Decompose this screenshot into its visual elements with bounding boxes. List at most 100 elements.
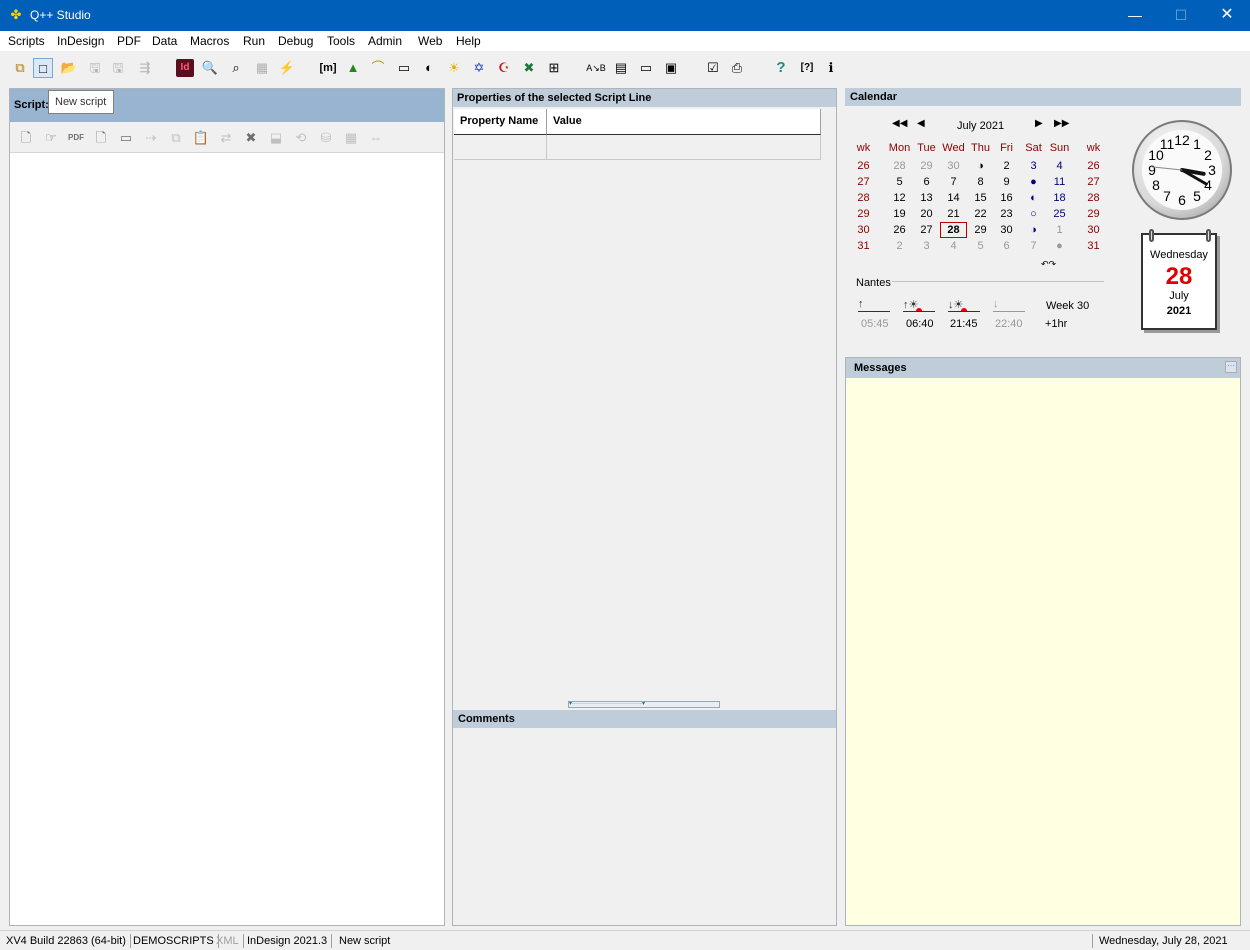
calendar-day[interactable]: 11 [1046, 174, 1073, 190]
comment-icon[interactable]: ▭ [394, 58, 414, 78]
merge-icon[interactable]: ⇔ [366, 128, 386, 148]
next-month-icon[interactable]: ▶ [1035, 118, 1043, 129]
insert-icon[interactable]: ⬓ [266, 128, 286, 148]
calendar-day[interactable]: 18 [1046, 190, 1073, 206]
calendar-day[interactable]: 5 [886, 174, 913, 190]
calendar-day[interactable]: 8 [967, 174, 994, 190]
calendar-day[interactable]: ◑ [1020, 222, 1047, 238]
close-button[interactable]: ✕ [1204, 0, 1250, 31]
calendar-day[interactable]: 29 [967, 222, 994, 238]
info-icon[interactable]: ℹ [821, 58, 841, 78]
swap-icon[interactable]: ⇄ [216, 128, 236, 148]
search-icon[interactable]: 🔍 [200, 58, 220, 78]
menu-indesign[interactable]: InDesign [57, 34, 104, 48]
menu-pdf[interactable]: PDF [117, 34, 141, 48]
grid-icon[interactable]: ▦ [341, 128, 361, 148]
lasso-icon[interactable]: ⌒ [368, 58, 388, 78]
checklist-icon[interactable]: ☑ [703, 58, 723, 78]
calendar-day[interactable]: 16 [993, 190, 1020, 206]
paste-icon[interactable]: 📋 [191, 128, 211, 148]
new-script-icon[interactable]: □ [33, 58, 53, 78]
calendar-day[interactable]: 30 [993, 222, 1020, 238]
calendar-day[interactable]: 9 [993, 174, 1020, 190]
step-icon[interactable]: ⇢ [141, 128, 161, 148]
calendar-day[interactable]: ● [1020, 174, 1047, 190]
calendar-day[interactable]: 2 [886, 238, 913, 254]
script-panel[interactable]: Script: 🗋 ☞ PDF 🗋 ▭ ⇢ ⧉ 📋 ⇄ ✖ ⬓ ⟲ ⛁ ▦ ⇔ [9, 88, 445, 926]
calendar-day[interactable]: ◑ [967, 158, 994, 174]
minimize-button[interactable]: — [1112, 0, 1158, 31]
grid-icon[interactable]: ▦ [252, 58, 272, 78]
properties-table[interactable]: Property Name Value [454, 109, 821, 160]
open-folder-icon[interactable]: 📂 [59, 58, 79, 78]
calendar-day[interactable]: 7 [940, 174, 967, 190]
network-icon[interactable]: ⊞ [544, 58, 564, 78]
pointer-icon[interactable]: ☞ [41, 128, 61, 148]
help-icon[interactable]: ? [771, 58, 791, 78]
value-cell[interactable] [547, 135, 821, 160]
calendar-day[interactable]: 23 [993, 206, 1020, 222]
macro-icon[interactable]: [m] [318, 58, 338, 78]
delete-icon[interactable]: ✖ [241, 128, 261, 148]
menu-scripts[interactable]: Scripts [8, 34, 45, 48]
calendar-day[interactable]: 14 [940, 190, 967, 206]
calendar-day[interactable]: 27 [913, 222, 940, 238]
crescent-icon[interactable]: ☪ [494, 58, 514, 78]
new-line-icon[interactable]: 🗋 [16, 128, 36, 148]
calendar-day[interactable]: 4 [1046, 158, 1073, 174]
calendar-day[interactable]: 13 [913, 190, 940, 206]
page-icon[interactable]: 🗋 [91, 128, 111, 148]
calendar-day[interactable]: 19 [886, 206, 913, 222]
calendar-day[interactable]: 22 [967, 206, 994, 222]
form-icon[interactable]: ▤ [611, 58, 631, 78]
calendar-day[interactable]: 30 [940, 158, 967, 174]
menu-admin[interactable]: Admin [368, 34, 402, 48]
image-icon[interactable]: ▣ [661, 58, 681, 78]
menu-web[interactable]: Web [418, 34, 442, 48]
calendar-day[interactable]: 20 [913, 206, 940, 222]
save-all-icon[interactable]: 🖫 [108, 58, 128, 78]
tree-green-icon[interactable]: ▲ [343, 58, 363, 78]
calendar-day[interactable]: 1 [1046, 222, 1073, 238]
menu-debug[interactable]: Debug [278, 34, 313, 48]
calendar-day[interactable]: 3 [913, 238, 940, 254]
calendar-day[interactable]: 25 [1046, 206, 1073, 222]
calendar-day[interactable]: 5 [967, 238, 994, 254]
calendar-day[interactable]: ○ [1020, 206, 1047, 222]
calendar-day[interactable]: 4 [940, 238, 967, 254]
menu-tools[interactable]: Tools [327, 34, 355, 48]
indesign-icon[interactable]: Id [176, 59, 194, 77]
panel-splitter[interactable]: ▾···································▾ [568, 701, 720, 708]
circle-icon[interactable]: ◐ [419, 58, 439, 78]
calendar-day[interactable]: ● [1046, 238, 1073, 254]
context-help-icon[interactable]: [?] [797, 58, 817, 78]
export-doc-icon[interactable]: ⎙ [727, 58, 747, 78]
database-icon[interactable]: ⛁ [316, 128, 336, 148]
calendar-day[interactable]: 26 [886, 222, 913, 238]
prev-month-icon[interactable]: ◀ [917, 118, 925, 129]
calendar-day[interactable]: 6 [913, 174, 940, 190]
calendar-day[interactable]: 3 [1020, 158, 1047, 174]
menu-macros[interactable]: Macros [190, 34, 229, 48]
calendar-day[interactable]: 15 [967, 190, 994, 206]
excel-icon[interactable]: ✖ [519, 58, 539, 78]
refresh-icon[interactable]: ⟲ [291, 128, 311, 148]
menu-run[interactable]: Run [243, 34, 265, 48]
tree-icon[interactable]: ⧉ [10, 58, 30, 78]
calendar-day[interactable]: 6 [993, 238, 1020, 254]
calendar-day[interactable]: ◐ [1020, 190, 1047, 206]
reset-date-icon[interactable]: ↶↷ [1041, 259, 1056, 270]
calendar-day[interactable]: 29 [913, 158, 940, 174]
calendar-day[interactable]: 2 [993, 158, 1020, 174]
property-cell[interactable] [454, 135, 547, 160]
chat-icon[interactable]: ▭ [636, 58, 656, 78]
prev-year-icon[interactable]: ◀◀ [892, 118, 907, 129]
copy-icon[interactable]: ⧉ [166, 128, 186, 148]
menu-help[interactable]: Help [456, 34, 481, 48]
column-property-name[interactable]: Property Name [454, 109, 547, 135]
lightning-icon[interactable]: ⚡ [277, 58, 297, 78]
star-icon[interactable]: ✡ [469, 58, 489, 78]
calendar-day[interactable]: 12 [886, 190, 913, 206]
save-icon[interactable]: 🖫 [85, 58, 105, 78]
messages-options-button[interactable]: ··· [1225, 361, 1237, 373]
